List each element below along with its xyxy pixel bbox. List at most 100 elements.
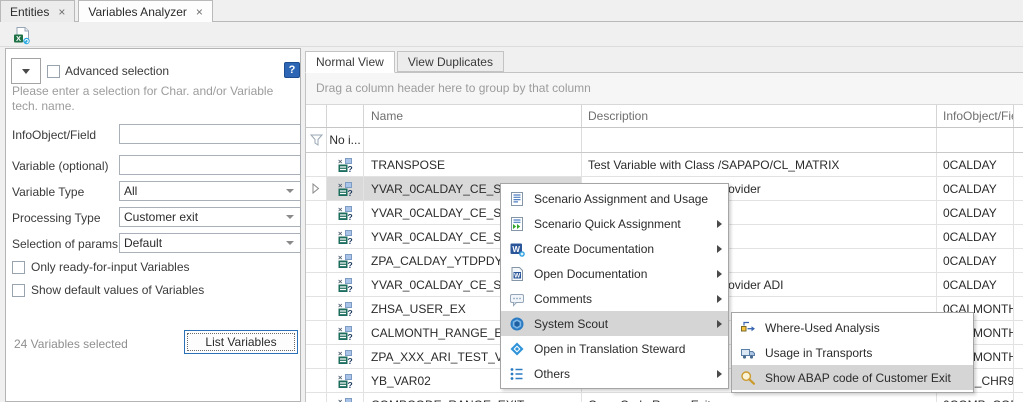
infoobject-field-input[interactable]	[119, 124, 301, 144]
processing-type-select[interactable]: Customer exit	[119, 207, 301, 227]
header-name-cell[interactable]: Name	[364, 105, 582, 127]
filter-infoobject-cell[interactable]	[937, 128, 1014, 152]
menu-item-open-documentation[interactable]: W Open Documentation	[501, 261, 728, 286]
tab-view-duplicates[interactable]: View Duplicates	[397, 51, 504, 72]
filter-row: No i...	[306, 128, 1023, 153]
export-to-excel-button[interactable]: X	[10, 25, 32, 45]
header-description-cell[interactable]: Description	[582, 105, 937, 127]
infoobject-cell: 0COMP_CODE	[937, 393, 1014, 402]
menu-item-label: System Scout	[534, 317, 708, 331]
svg-text:W: W	[514, 272, 521, 279]
checkbox-box[interactable]	[12, 284, 25, 297]
submenu-arrow-icon	[717, 245, 722, 253]
infoobject-cell: 0CALDAY	[937, 177, 1014, 200]
row-indicator-cell	[306, 249, 327, 272]
svg-text:X: X	[15, 34, 20, 43]
filter-button-cell[interactable]	[306, 128, 327, 152]
menu-item-create-documentation[interactable]: WCreate Documentation	[501, 236, 728, 261]
variables-analyzer-window: Entities×Variables Analyzer× X Advanced …	[0, 0, 1023, 402]
menu-item-comments[interactable]: Comments	[501, 286, 728, 311]
row-indicator-cell	[306, 225, 327, 248]
variable-optional-input[interactable]	[119, 155, 301, 175]
tab-entities[interactable]: Entities×	[0, 0, 75, 22]
infoobject-value: 0CALDAY	[943, 158, 997, 172]
menu-item-scenario-assignment-and-usage[interactable]: Scenario Assignment and Usage	[501, 186, 728, 211]
selection-of-params-label: Selection of params.	[12, 237, 121, 251]
help-button[interactable]: ?	[284, 62, 300, 78]
view-tab-label: Normal View	[316, 55, 384, 69]
menu-item-usage-in-transports[interactable]: Usage in Transports	[732, 340, 973, 365]
show-default-values-checkbox[interactable]: Show default values of Variables	[12, 283, 204, 297]
row-indicator-cell	[306, 273, 327, 296]
menu-item-where-used-analysis[interactable]: Where-Used Analysis	[732, 315, 973, 340]
variable-type-select[interactable]: All	[119, 181, 301, 201]
menu-item-open-in-translation-steward[interactable]: Open in Translation Steward	[501, 336, 728, 361]
variable-name: YB_VAR02	[371, 374, 431, 388]
variable-description: CompCode Range Exit	[588, 398, 711, 402]
list-variables-button[interactable]: List Variables	[184, 330, 298, 354]
row-indicator-cell	[306, 345, 327, 368]
tab-normal-view[interactable]: Normal View	[305, 51, 395, 73]
menu-item-system-scout[interactable]: System Scout	[501, 311, 728, 336]
row-indicator-cell	[306, 297, 327, 320]
variable-icon: ×?	[337, 253, 353, 269]
filter-name-cell[interactable]	[364, 128, 582, 152]
close-icon[interactable]: ×	[196, 6, 203, 18]
table-row[interactable]: ×?COMPCODE_RANGE_EXITCompCode Range Exit…	[306, 393, 1023, 402]
variable-icon: ×?	[337, 157, 353, 173]
description-cell: CompCode Range Exit	[582, 393, 937, 402]
variable-optional-label: Variable (optional)	[12, 159, 109, 173]
menu-item-label: Open Documentation	[534, 267, 708, 281]
infoobject-cell: 0CALDAY	[937, 201, 1014, 224]
menu-item-others[interactable]: Others	[501, 361, 728, 386]
selection-panel: Advanced selection ? Please enter a sele…	[5, 48, 301, 402]
close-icon[interactable]: ×	[58, 6, 65, 18]
menu-item-label: Usage in Transports	[765, 346, 967, 360]
selection-dropdown-button[interactable]	[11, 58, 41, 84]
svg-text:?: ?	[348, 332, 353, 341]
svg-text:?: ?	[348, 212, 353, 221]
infoobject-value: 0COMP_CODE	[943, 398, 1014, 402]
variable-icon: ×?	[337, 229, 353, 245]
row-icon-cell: ×?	[327, 393, 364, 402]
infoobject-cell: 0CALDAY	[937, 249, 1014, 272]
view-tabbar: Normal View View Duplicates	[305, 51, 506, 73]
advanced-selection-checkbox[interactable]: Advanced selection	[47, 64, 169, 78]
group-by-bar[interactable]: Drag a column header here to group by th…	[306, 73, 1023, 105]
selection-hint: Please enter a selection for Char. and/o…	[12, 84, 298, 114]
checkbox-label: Show default values of Variables	[31, 283, 204, 297]
abap-code-icon	[740, 370, 756, 386]
variable-description: Test Variable with Class /SAPAPO/CL_MATR…	[588, 158, 839, 172]
filter-icon-cell[interactable]: No i...	[327, 128, 364, 152]
svg-text:?: ?	[348, 164, 353, 173]
checkbox-box[interactable]	[47, 65, 60, 78]
only-ready-for-input-checkbox[interactable]: Only ready-for-input Variables	[12, 260, 190, 274]
name-cell: TRANSPOSE	[364, 153, 582, 176]
infoobject-cell: 0CALDAY	[937, 273, 1014, 296]
header-icon-cell[interactable]	[327, 105, 364, 127]
checkbox-box[interactable]	[12, 261, 25, 274]
menu-item-scenario-quick-assignment[interactable]: Scenario Quick Assignment	[501, 211, 728, 236]
menu-item-label: Show ABAP code of Customer Exit	[765, 371, 967, 385]
menu-item-label: Where-Used Analysis	[765, 321, 967, 335]
menu-item-show-abap-code-of-customer-exit[interactable]: Show ABAP code of Customer Exit	[732, 365, 973, 390]
menu-item-label: Create Documentation	[534, 242, 708, 256]
filter-description-cell[interactable]	[582, 128, 937, 152]
processing-type-value: Customer exit	[124, 210, 286, 224]
selection-of-params-select[interactable]: Default	[119, 233, 301, 253]
document-tabbar: Entities×Variables Analyzer×	[0, 0, 1023, 22]
table-row[interactable]: ×? TRANSPOSE Test Variable with Class /SAP…	[306, 153, 1023, 177]
row-icon-cell: ×?	[327, 153, 364, 176]
infoobject-value: 0CALDAY	[943, 206, 997, 220]
filter-icon	[310, 134, 323, 146]
infoobject-cell: 0CALDAY	[937, 225, 1014, 248]
header-infoobject-cell[interactable]: InfoObject/Field	[937, 105, 1014, 127]
variable-type-label: Variable Type	[12, 185, 84, 199]
tab-variables-analyzer[interactable]: Variables Analyzer×	[78, 0, 213, 22]
header-indicator-cell[interactable]	[306, 105, 327, 127]
chevron-down-icon	[22, 69, 30, 74]
scenario-assignment-icon	[509, 191, 525, 207]
variable-icon: ×?	[337, 205, 353, 221]
expand-arrow-icon	[312, 183, 320, 194]
row-icon-cell: ×?	[327, 249, 364, 272]
